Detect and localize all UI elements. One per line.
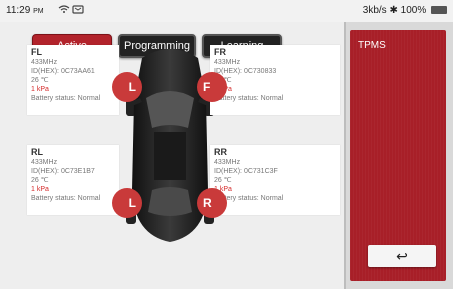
return-icon: ↩ [396,247,408,264]
sensor-temperature: 26 ℃ [31,77,49,84]
sensor-card-fr: FR 433MHz ID(HEX): 0C730833 26 ℃ 1 kPa B… [210,45,340,115]
sensor-position: RR [214,147,227,157]
sensor-temperature: 26 ℃ [214,177,232,184]
side-panel-content: TPMS ↩ [350,30,446,281]
wheel-badge-fl[interactable]: L [112,72,142,102]
bluetooth-icon: ✱ [389,5,398,16]
sensor-pressure: 1 kPa [31,186,49,193]
sensor-position: RL [31,147,43,157]
sensor-id: ID(HEX): 0C73AA61 [31,68,95,75]
sensor-position: FL [31,47,42,57]
sensor-pressure: 1 kPa [214,186,232,193]
sensor-pressure: 1 kPa [31,86,49,93]
sensor-card-rr: RR 433MHz ID(HEX): 0C731C3F 26 ℃ 1 kPa B… [210,145,340,215]
sensor-pressure: 1 kPa [214,85,336,94]
wifi-icon [58,4,84,17]
sensor-battery-status: Battery status: Normal [31,195,101,202]
sensor-card-rl: RL 433MHz ID(HEX): 0C73E1B7 26 ℃ 1 kPa B… [27,145,119,215]
side-panel-title: TPMS [358,40,386,51]
sensor-battery-status: Battery status: Normal [214,95,284,102]
sensor-temperature: 26 ℃ [214,77,232,84]
sensor-id: ID(HEX): 0C730833 [214,68,277,75]
sensor-id: ID(HEX): 0C731C3F [214,168,278,175]
side-panel: TPMS ↩ [344,22,453,289]
wheel-badge-fr[interactable]: F [197,72,227,102]
sensor-temperature: 26 ℃ [31,177,49,184]
back-button[interactable]: ↩ [368,245,436,267]
sensor-frequency: 433MHz [31,59,58,66]
battery-icon [431,6,447,14]
clock: 11:29 PM [6,5,44,16]
network-speed: 3kb/s [362,5,387,16]
status-bar: 11:29 PM 3kb/s ✱ 100% [0,0,453,22]
wheel-badge-rr[interactable]: R [197,188,227,218]
sensor-id: ID(HEX): 0C73E1B7 [31,168,95,175]
sensor-frequency: 433MHz [214,59,241,66]
sensor-frequency: 433MHz [31,159,58,166]
sensor-frequency: 433MHz [214,159,241,166]
wheel-badge-rl[interactable]: L [112,188,142,218]
sensor-battery-status: Battery status: Normal [214,195,284,202]
sensor-position: FR [214,47,226,57]
sensor-battery-status: Battery status: Normal [31,95,101,102]
battery-level: 100% [400,5,427,16]
sensor-card-fl: FL 433MHz ID(HEX): 0C73AA61 26 ℃ 1 kPa B… [27,45,119,115]
status-right: 3kb/s ✱ 100% [363,5,447,16]
